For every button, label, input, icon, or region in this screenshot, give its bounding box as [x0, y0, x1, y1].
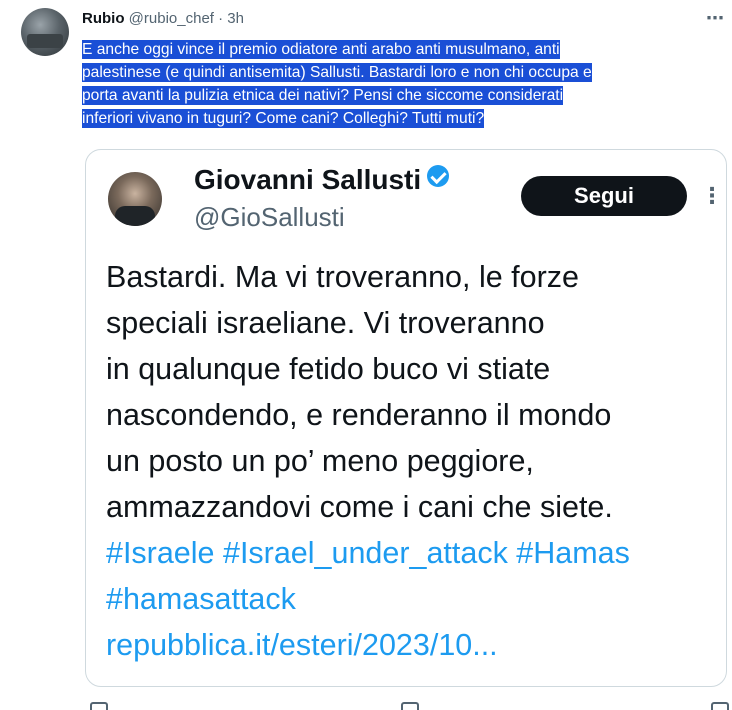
share-icon[interactable]	[711, 702, 729, 710]
quoted-tweet-links: #Israele #Israel_under_attack #Hamas #ha…	[106, 530, 726, 668]
author-avatar[interactable]	[21, 8, 69, 56]
quoted-body-line: in qualunque fetido buco vi stiate	[106, 352, 551, 386]
tweet-text-line: palestinese (e quindi antisemita) Sallus…	[82, 63, 592, 82]
quoted-body-line: un posto un po’ meno peggiore,	[106, 444, 534, 478]
quoted-body-line: ammazzandovi come i cani che siete.	[106, 490, 613, 524]
quoted-author-handle[interactable]: @GioSallusti	[194, 202, 345, 233]
header-separator: ·	[218, 10, 224, 27]
tweet-text-line: E anche oggi vince il premio odiatore an…	[82, 40, 560, 59]
quoted-body-line: Bastardi. Ma vi troveranno, le forze	[106, 260, 579, 294]
article-link[interactable]: repubblica.it/esteri/2023/10...	[106, 622, 726, 668]
tweet-text-line: inferiori vivano in tuguri? Come cani? C…	[82, 109, 485, 128]
tweet-timestamp[interactable]: 3h	[227, 10, 244, 27]
more-options-icon[interactable]: ⋯	[703, 6, 727, 30]
author-handle[interactable]: @rubio_chef	[129, 10, 214, 27]
action-bar-partial	[0, 700, 732, 710]
quoted-more-options-icon[interactable]: ⋮	[701, 178, 723, 214]
quoted-tweet-card[interactable]: Giovanni Sallusti @GioSallusti Segui ⋮ B…	[85, 149, 727, 687]
quoted-author-name[interactable]: Giovanni Sallusti	[194, 164, 421, 195]
hashtag-line[interactable]: #Israele #Israel_under_attack #Hamas	[106, 530, 726, 576]
quoted-tweet-body: Bastardi. Ma vi troveranno, le forze spe…	[106, 254, 726, 530]
verified-badge-icon	[427, 165, 450, 187]
quoted-author-avatar[interactable]	[108, 172, 162, 226]
quoted-body-line: nascondendo, e renderanno il mondo	[106, 398, 612, 432]
quoted-author-name-row: Giovanni Sallusti	[194, 164, 450, 196]
hashtag-line[interactable]: #hamasattack	[106, 576, 726, 622]
reply-icon[interactable]	[90, 702, 108, 710]
like-icon[interactable]	[401, 702, 419, 710]
follow-button[interactable]: Segui	[521, 176, 687, 216]
quoted-body-line: speciali israeliane. Vi troveranno	[106, 306, 545, 340]
tweet-header: Rubio @rubio_chef · 3h	[82, 9, 244, 29]
author-name[interactable]: Rubio	[82, 10, 125, 27]
tweet-text-line: porta avanti la pulizia etnica dei nativ…	[82, 86, 564, 105]
tweet-text: E anche oggi vince il premio odiatore an…	[82, 38, 722, 130]
